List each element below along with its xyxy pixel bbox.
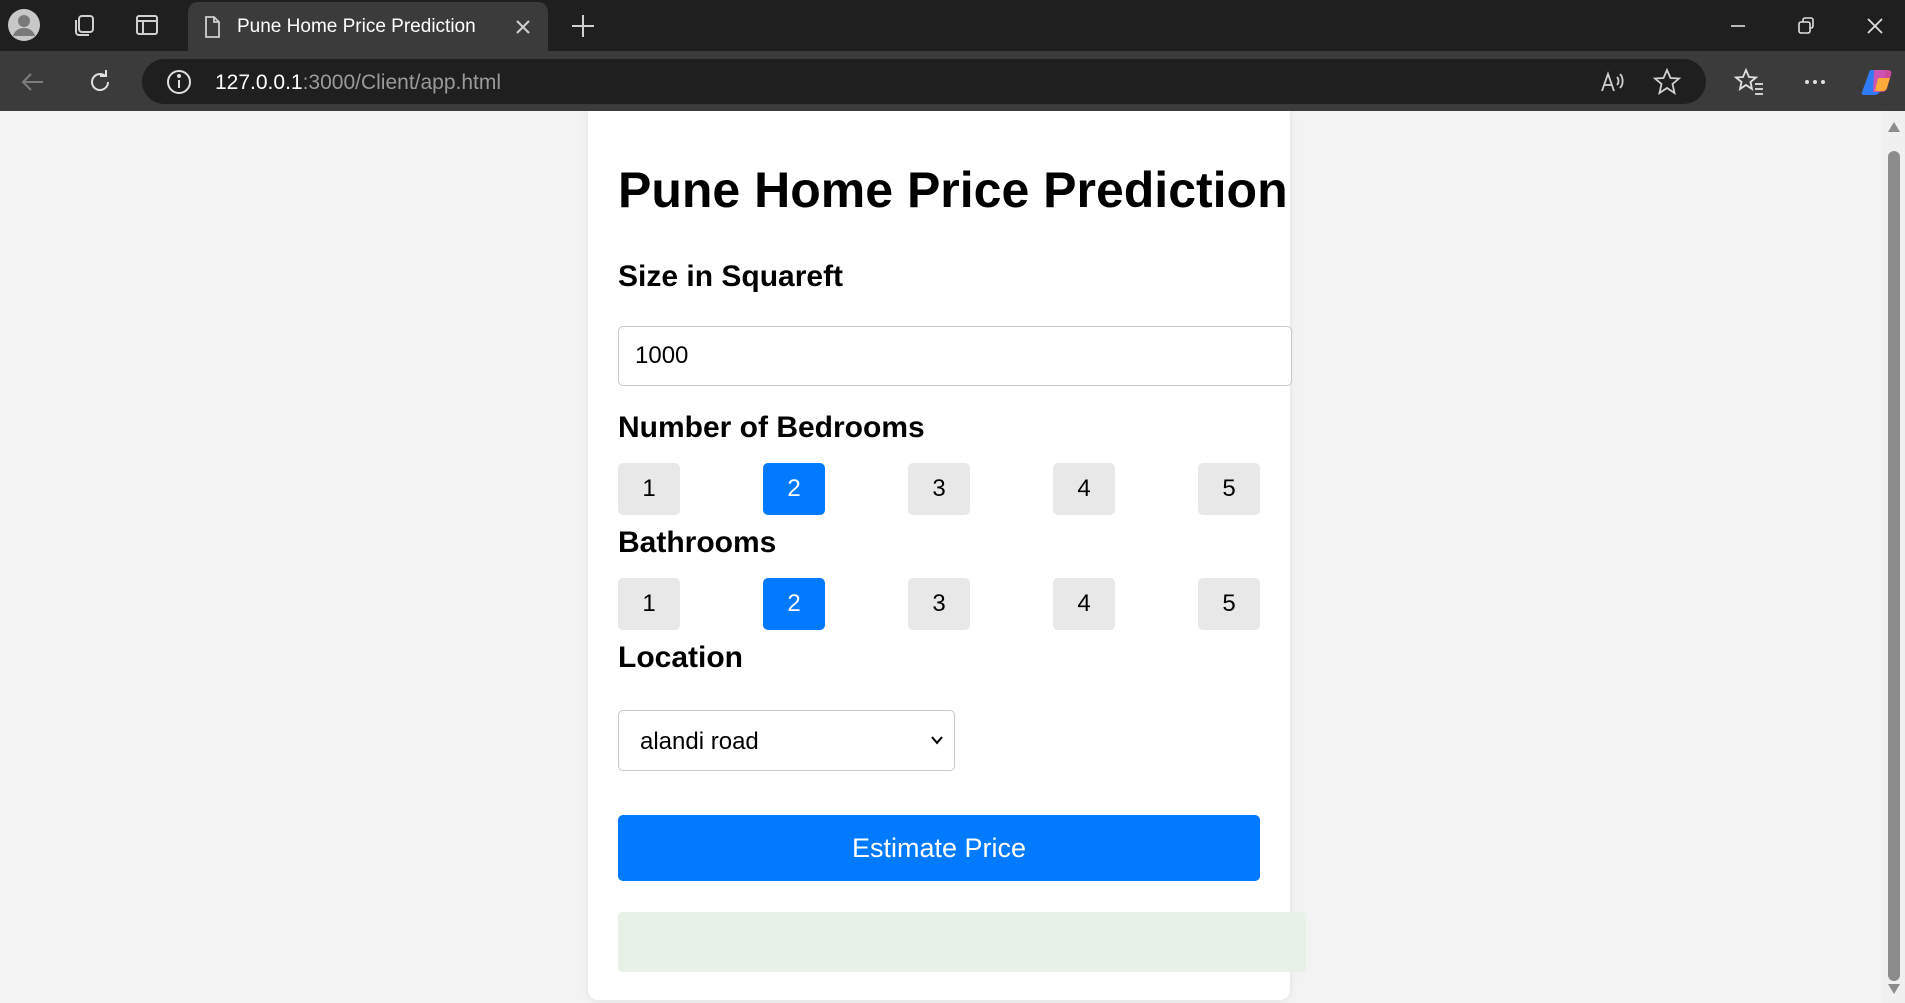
scroll-down-icon[interactable] [1887, 983, 1901, 995]
bathroom-option[interactable]: 4 [1053, 578, 1115, 630]
bedroom-option-selected[interactable]: 2 [763, 463, 825, 515]
browser-titlebar: Pune Home Price Prediction [0, 0, 1905, 51]
copilot-icon[interactable] [1860, 64, 1896, 100]
profile-icon[interactable] [7, 8, 41, 42]
minimize-icon[interactable] [1720, 9, 1756, 43]
workspaces-icon[interactable] [67, 8, 101, 42]
url-path: :3000/Client/app.html [302, 71, 502, 94]
scroll-thumb[interactable] [1888, 151, 1900, 981]
bathrooms-label: Bathrooms [618, 526, 777, 559]
active-tab[interactable]: Pune Home Price Prediction [188, 2, 548, 51]
bedrooms-options: 1 2 3 4 5 [618, 463, 1260, 515]
read-aloud-icon[interactable] [1597, 67, 1627, 97]
reload-icon[interactable] [82, 64, 118, 100]
bedroom-option[interactable]: 1 [618, 463, 680, 515]
page-scrollbar[interactable] [1883, 111, 1905, 1003]
tab-title: Pune Home Price Prediction [237, 16, 476, 37]
bedrooms-label: Number of Bedrooms [618, 411, 925, 444]
url-text[interactable]: 127.0.0.1:3000/Client/app.html [215, 71, 501, 95]
favorites-icon[interactable] [1731, 64, 1767, 100]
size-input[interactable] [618, 326, 1292, 386]
address-bar[interactable]: 127.0.0.1:3000/Client/app.html [142, 59, 1706, 104]
bedroom-option[interactable]: 3 [908, 463, 970, 515]
back-arrow-icon[interactable] [15, 64, 51, 100]
tab-actions-icon[interactable] [130, 8, 164, 42]
scroll-up-icon[interactable] [1887, 121, 1901, 133]
window-close-icon[interactable] [1857, 9, 1893, 43]
bathrooms-options: 1 2 3 4 5 [618, 578, 1260, 630]
bedroom-option[interactable]: 5 [1198, 463, 1260, 515]
close-icon[interactable] [510, 14, 536, 40]
location-label: Location [618, 641, 743, 674]
info-icon[interactable] [164, 67, 194, 97]
more-icon[interactable] [1797, 64, 1833, 100]
page-title: Pune Home Price Prediction [618, 162, 1288, 218]
location-selected-value: alandi road [640, 728, 759, 755]
bathroom-option[interactable]: 3 [908, 578, 970, 630]
star-icon[interactable] [1652, 67, 1682, 97]
bathroom-option[interactable]: 5 [1198, 578, 1260, 630]
plus-icon[interactable] [566, 9, 600, 43]
restore-icon[interactable] [1788, 9, 1824, 43]
browser-toolbar: 127.0.0.1:3000/Client/app.html [0, 51, 1905, 111]
form-card: Pune Home Price Prediction Size in Squar… [588, 111, 1306, 1000]
bathroom-option-selected[interactable]: 2 [763, 578, 825, 630]
result-box [618, 912, 1306, 972]
bedroom-option[interactable]: 4 [1053, 463, 1115, 515]
url-host: 127.0.0.1 [215, 71, 303, 94]
estimate-price-button[interactable]: Estimate Price [618, 815, 1260, 881]
chevron-down-icon [931, 736, 943, 745]
page-icon [205, 16, 220, 38]
page-viewport: Pune Home Price Prediction Size in Squar… [0, 111, 1883, 1003]
location-select[interactable]: alandi road [618, 710, 955, 771]
bathroom-option[interactable]: 1 [618, 578, 680, 630]
size-label: Size in Squareft [618, 260, 844, 293]
